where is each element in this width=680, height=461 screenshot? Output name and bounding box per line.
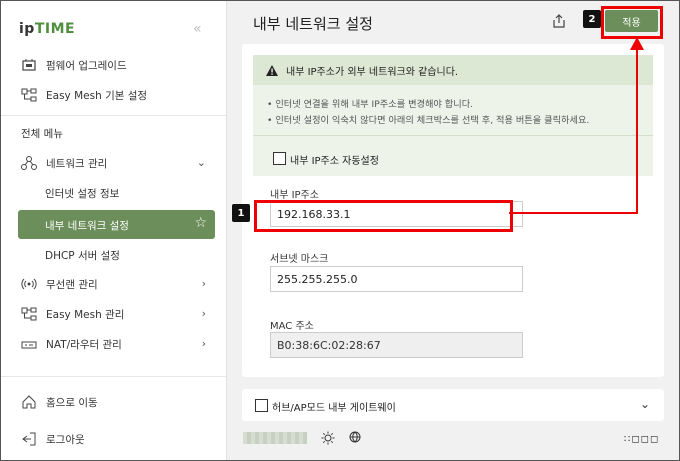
chevron-right-icon: ›	[201, 277, 206, 290]
brand-logo: ipTIME	[19, 21, 76, 37]
sidebar-divider	[1, 376, 226, 377]
mesh-icon	[21, 88, 37, 102]
sun-icon[interactable]	[321, 431, 335, 445]
notice-heading: 내부 IP주소가 외부 네트워크와 같습니다.	[286, 66, 459, 78]
hub-gateway-checkbox[interactable]	[255, 399, 268, 412]
sidebar-subitem-lan-settings[interactable]: 내부 네트워크 설정 ☆	[18, 210, 215, 239]
sidebar-item-label: 펌웨어 업그레이드	[46, 59, 127, 72]
sidebar-subitem-dhcp[interactable]: DHCP 서버 설정	[45, 248, 120, 263]
sidebar-item-firmware[interactable]: 펌웨어 업그레이드	[1, 50, 226, 80]
globe-icon[interactable]	[349, 431, 363, 445]
subnet-field-label: 서브넷 마스크	[270, 254, 329, 265]
chevron-right-icon: ›	[201, 307, 206, 320]
subnet-mask-input[interactable]: 255.255.255.0	[270, 266, 523, 292]
warning-icon	[266, 64, 278, 76]
firmware-icon	[22, 59, 36, 71]
sidebar-item-logout[interactable]: 로그아웃	[1, 424, 226, 454]
annotation-badge-2: 2	[583, 10, 601, 28]
mac-address-field: B0:38:6C:02:28:67	[270, 332, 523, 358]
auto-ip-checkbox[interactable]	[273, 152, 286, 165]
notice-line: • 인터넷 설정이 익숙치 않다면 아래의 체크박스를 선택 후, 적용 버튼을…	[267, 115, 590, 126]
chevron-down-icon[interactable]: ⌄	[640, 397, 650, 411]
router-icon	[21, 341, 37, 349]
hub-gateway-label: 허브/AP모드 내부 게이트웨이	[272, 403, 396, 414]
wireless-icon	[21, 278, 37, 290]
sidebar-item-label: 홈으로 이동	[46, 396, 98, 409]
sidebar-divider	[1, 115, 226, 116]
sidebar-item-label: NAT/라우터 관리	[46, 338, 122, 351]
sidebar-item-label: Easy Mesh 관리	[46, 308, 125, 321]
star-icon[interactable]: ☆	[194, 215, 207, 231]
chevron-down-icon: ⌄	[196, 156, 206, 169]
sidebar-item-label: 네트워크 관리	[46, 157, 108, 170]
page-title: 내부 네트워크 설정	[253, 15, 373, 33]
auto-ip-checkbox-label: 내부 IP주소 자동설정	[290, 156, 379, 167]
mesh-icon	[21, 307, 37, 321]
view-mode-toggle[interactable]: ∷◻◻◻	[624, 434, 659, 445]
sidebar-item-label: 내부 네트워크 설정	[45, 220, 129, 232]
annotation-badge-1: 1	[232, 204, 250, 222]
notice-line: • 인터넷 연결을 위해 내부 IP주소를 변경해야 합니다.	[267, 99, 474, 110]
app-window: ipTIME « 펌웨어 업그레이드 Easy Mesh 기본 설정 전체 메뉴…	[0, 0, 680, 461]
sidebar-item-easymesh[interactable]: Easy Mesh 관리 ›	[1, 299, 226, 329]
home-icon	[22, 395, 36, 409]
sidebar-item-home[interactable]: 홈으로 이동	[1, 387, 226, 417]
sidebar-item-network[interactable]: 네트워크 관리 ⌄	[1, 148, 226, 178]
hub-gateway-section[interactable]: 허브/AP모드 내부 게이트웨이 ⌄	[242, 389, 664, 421]
notice-header: 내부 IP주소가 외부 네트워크와 같습니다.	[253, 55, 653, 85]
collapse-sidebar-icon[interactable]: «	[193, 21, 202, 37]
sidebar-item-label: 로그아웃	[46, 433, 85, 446]
sidebar-item-label: 무선랜 관리	[46, 278, 98, 291]
chevron-right-icon: ›	[201, 337, 206, 350]
apply-highlight-box	[601, 6, 663, 39]
ip-highlight-box	[254, 200, 513, 232]
notice-box: 내부 IP주소가 외부 네트워크와 같습니다. • 인터넷 연결을 위해 내부 …	[253, 55, 653, 176]
share-icon[interactable]	[551, 13, 567, 29]
network-icon	[21, 156, 37, 170]
mac-field-label: MAC 주소	[270, 321, 314, 332]
sidebar-item-easymesh-basic[interactable]: Easy Mesh 기본 설정	[1, 80, 226, 110]
sidebar: ipTIME « 펌웨어 업그레이드 Easy Mesh 기본 설정 전체 메뉴…	[1, 1, 227, 460]
logout-icon	[22, 432, 36, 446]
sidebar-subitem-internet-info[interactable]: 인터넷 설정 정보	[45, 186, 119, 201]
section-label: 전체 메뉴	[21, 128, 63, 140]
notice-divider	[253, 135, 653, 136]
ip-field-label: 내부 IP주소	[270, 190, 319, 201]
sidebar-item-label: Easy Mesh 기본 설정	[46, 89, 148, 102]
blurred-info	[243, 432, 307, 444]
sidebar-item-nat-router[interactable]: NAT/라우터 관리 ›	[1, 329, 226, 359]
sidebar-item-wireless[interactable]: 무선랜 관리 ›	[1, 269, 226, 299]
